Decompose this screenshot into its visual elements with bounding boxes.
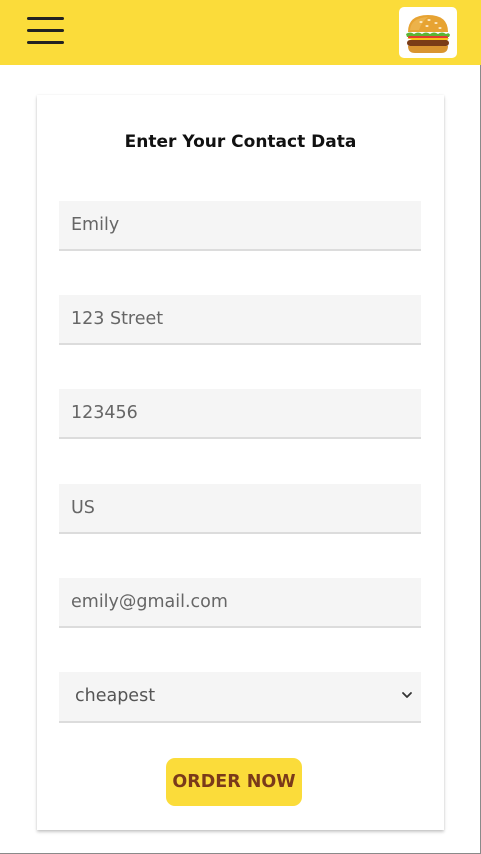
delivery-method-select[interactable]: cheapest [59,672,421,723]
address-field[interactable] [59,295,421,345]
zip-field[interactable] [59,389,421,439]
delivery-method-value: cheapest [75,686,156,706]
burger-icon [406,15,450,53]
email-input[interactable] [59,578,421,626]
country-field[interactable] [59,484,421,534]
zip-input[interactable] [59,389,421,437]
toolbar [0,0,481,65]
email-field[interactable] [59,578,421,628]
hamburger-menu-icon[interactable] [27,17,67,47]
name-field[interactable] [59,201,421,251]
address-input[interactable] [59,295,421,343]
contact-form-card: Enter Your Contact Data cheapest [37,95,444,830]
form-title: Enter Your Contact Data [124,132,357,152]
order-now-button[interactable]: ORDER NOW [166,758,302,806]
country-input[interactable] [59,484,421,532]
chevron-down-icon [402,692,412,698]
name-input[interactable] [59,201,421,249]
logo[interactable] [399,7,457,58]
